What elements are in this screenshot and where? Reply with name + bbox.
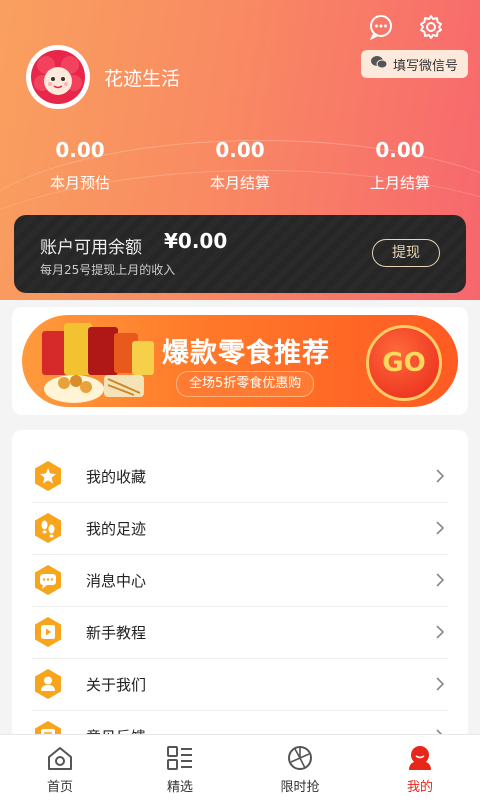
chevron-right-icon [436, 625, 445, 639]
stat-last-month-settled[interactable]: 0.00 上月结算 [320, 138, 480, 193]
settings-gear-icon[interactable] [416, 12, 446, 42]
stat-value: 0.00 [375, 138, 425, 162]
menu-item-label: 新手教程 [86, 623, 147, 642]
balance-label: 账户可用余额 [40, 238, 142, 258]
profile-icon [409, 746, 431, 770]
chevron-right-icon [436, 469, 445, 483]
balance-card: 账户可用余额 ¥0.00 每月25号提现上月的收入 提现 [14, 215, 466, 293]
bottom-tab-bar: 首页 精选 限时抢 我的 [0, 734, 480, 801]
stat-label: 上月结算 [369, 174, 430, 192]
home-icon [48, 747, 72, 770]
balance-amount: ¥0.00 [164, 229, 228, 253]
tab-featured[interactable]: 精选 [120, 735, 240, 801]
snack-products-image [34, 319, 164, 407]
wechat-button-label: 填写微信号 [392, 58, 458, 74]
menu-item-messages[interactable]: 消息中心 [32, 554, 448, 607]
footprint-icon [32, 512, 64, 544]
avatar[interactable] [26, 45, 90, 109]
wechat-icon [370, 55, 388, 73]
person-icon [32, 668, 64, 700]
chevron-right-icon [436, 573, 445, 587]
stat-this-month-estimate[interactable]: 0.00 本月预估 [0, 138, 160, 193]
tab-label: 精选 [166, 780, 193, 795]
banner-subtitle: 全场5折零食优惠购 [176, 371, 315, 397]
menu-item-about-us[interactable]: 关于我们 [32, 658, 448, 711]
stat-this-month-settled[interactable]: 0.00 本月结算 [160, 138, 320, 193]
video-icon [32, 616, 64, 648]
fill-wechat-button[interactable]: 填写微信号 [360, 50, 468, 78]
header-actions [366, 12, 446, 42]
username: 花迹生活 [104, 68, 181, 90]
tab-flash-sale[interactable]: 限时抢 [240, 735, 360, 801]
tab-label: 首页 [46, 780, 73, 795]
stat-value: 0.00 [215, 138, 265, 162]
snack-promo-banner[interactable]: 爆款零食推荐 全场5折零食优惠购 GO [22, 315, 458, 407]
banner-title: 爆款零食推荐 [162, 338, 330, 369]
menu-item-tutorial[interactable]: 新手教程 [32, 606, 448, 659]
menu-item-footprints[interactable]: 我的足迹 [32, 502, 448, 555]
tab-label: 限时抢 [280, 780, 320, 795]
chevron-right-icon [436, 521, 445, 535]
tab-label: 我的 [406, 780, 433, 795]
stat-label: 本月结算 [209, 174, 270, 192]
grid-list-icon [167, 746, 192, 770]
stat-value: 0.00 [55, 138, 105, 162]
menu-item-label: 关于我们 [86, 675, 147, 694]
menu-item-label: 消息中心 [86, 571, 147, 590]
star-icon [32, 460, 64, 492]
tab-mine[interactable]: 我的 [360, 735, 480, 801]
withdraw-button[interactable]: 提现 [372, 239, 440, 267]
menu-item-label: 我的收藏 [86, 467, 147, 486]
tab-home[interactable]: 首页 [0, 735, 120, 801]
menu-item-favorites[interactable]: 我的收藏 [32, 450, 448, 503]
go-button[interactable]: GO [366, 325, 442, 401]
balance-note: 每月25号提现上月的收入 [40, 263, 176, 277]
menu-item-label: 我的足迹 [86, 519, 147, 538]
stat-label: 本月预估 [49, 174, 110, 192]
promo-banner-card: 爆款零食推荐 全场5折零食优惠购 GO [12, 307, 468, 415]
menu-list: 我的收藏 我的足迹 消息中心 新手教程 关于我们 意见反馈 [12, 430, 468, 750]
chevron-right-icon [436, 677, 445, 691]
message-icon [32, 564, 64, 596]
message-icon[interactable] [366, 12, 396, 42]
earnings-stats: 0.00 本月预估 0.00 本月结算 0.00 上月结算 [0, 138, 480, 193]
aperture-icon [288, 746, 312, 770]
